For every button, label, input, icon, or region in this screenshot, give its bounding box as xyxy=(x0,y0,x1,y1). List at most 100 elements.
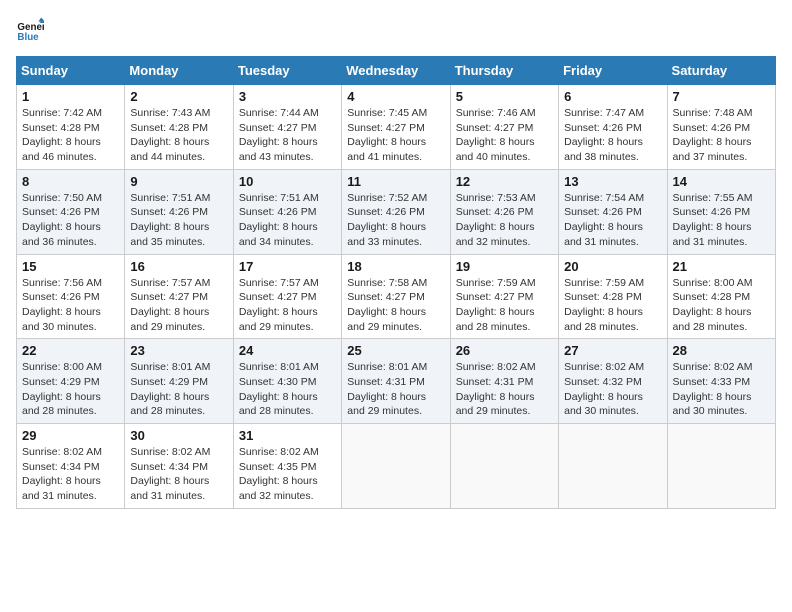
calendar-cell: 29 Sunrise: 8:02 AM Sunset: 4:34 PM Dayl… xyxy=(17,424,125,509)
calendar-cell: 13 Sunrise: 7:54 AM Sunset: 4:26 PM Dayl… xyxy=(559,169,667,254)
day-info: Sunrise: 7:44 AM Sunset: 4:27 PM Dayligh… xyxy=(239,106,336,165)
day-number: 23 xyxy=(130,343,227,358)
day-number: 3 xyxy=(239,89,336,104)
calendar-cell: 19 Sunrise: 7:59 AM Sunset: 4:27 PM Dayl… xyxy=(450,254,558,339)
calendar-cell: 7 Sunrise: 7:48 AM Sunset: 4:26 PM Dayli… xyxy=(667,85,775,170)
calendar-cell: 15 Sunrise: 7:56 AM Sunset: 4:26 PM Dayl… xyxy=(17,254,125,339)
calendar-cell: 21 Sunrise: 8:00 AM Sunset: 4:28 PM Dayl… xyxy=(667,254,775,339)
logo: General Blue xyxy=(16,16,48,44)
weekday-header-thursday: Thursday xyxy=(450,57,558,85)
calendar-cell: 30 Sunrise: 8:02 AM Sunset: 4:34 PM Dayl… xyxy=(125,424,233,509)
day-info: Sunrise: 8:02 AM Sunset: 4:31 PM Dayligh… xyxy=(456,360,553,419)
weekday-header-tuesday: Tuesday xyxy=(233,57,341,85)
weekday-header-saturday: Saturday xyxy=(667,57,775,85)
day-number: 22 xyxy=(22,343,119,358)
day-info: Sunrise: 7:55 AM Sunset: 4:26 PM Dayligh… xyxy=(673,191,770,250)
calendar: SundayMondayTuesdayWednesdayThursdayFrid… xyxy=(16,56,776,509)
day-number: 30 xyxy=(130,428,227,443)
day-info: Sunrise: 7:59 AM Sunset: 4:28 PM Dayligh… xyxy=(564,276,661,335)
calendar-cell: 6 Sunrise: 7:47 AM Sunset: 4:26 PM Dayli… xyxy=(559,85,667,170)
day-number: 27 xyxy=(564,343,661,358)
calendar-cell: 4 Sunrise: 7:45 AM Sunset: 4:27 PM Dayli… xyxy=(342,85,450,170)
day-info: Sunrise: 7:57 AM Sunset: 4:27 PM Dayligh… xyxy=(130,276,227,335)
day-number: 12 xyxy=(456,174,553,189)
calendar-cell: 5 Sunrise: 7:46 AM Sunset: 4:27 PM Dayli… xyxy=(450,85,558,170)
day-number: 7 xyxy=(673,89,770,104)
calendar-cell: 9 Sunrise: 7:51 AM Sunset: 4:26 PM Dayli… xyxy=(125,169,233,254)
day-number: 8 xyxy=(22,174,119,189)
weekday-header-wednesday: Wednesday xyxy=(342,57,450,85)
day-info: Sunrise: 7:45 AM Sunset: 4:27 PM Dayligh… xyxy=(347,106,444,165)
day-number: 17 xyxy=(239,259,336,274)
day-info: Sunrise: 7:50 AM Sunset: 4:26 PM Dayligh… xyxy=(22,191,119,250)
day-info: Sunrise: 7:59 AM Sunset: 4:27 PM Dayligh… xyxy=(456,276,553,335)
day-number: 29 xyxy=(22,428,119,443)
calendar-cell: 3 Sunrise: 7:44 AM Sunset: 4:27 PM Dayli… xyxy=(233,85,341,170)
calendar-cell: 28 Sunrise: 8:02 AM Sunset: 4:33 PM Dayl… xyxy=(667,339,775,424)
day-number: 25 xyxy=(347,343,444,358)
header: General Blue xyxy=(16,16,776,44)
weekday-header-monday: Monday xyxy=(125,57,233,85)
day-number: 26 xyxy=(456,343,553,358)
day-info: Sunrise: 7:56 AM Sunset: 4:26 PM Dayligh… xyxy=(22,276,119,335)
day-number: 14 xyxy=(673,174,770,189)
day-info: Sunrise: 7:54 AM Sunset: 4:26 PM Dayligh… xyxy=(564,191,661,250)
day-number: 2 xyxy=(130,89,227,104)
day-number: 5 xyxy=(456,89,553,104)
calendar-cell: 20 Sunrise: 7:59 AM Sunset: 4:28 PM Dayl… xyxy=(559,254,667,339)
calendar-week-1: 1 Sunrise: 7:42 AM Sunset: 4:28 PM Dayli… xyxy=(17,85,776,170)
calendar-cell: 14 Sunrise: 7:55 AM Sunset: 4:26 PM Dayl… xyxy=(667,169,775,254)
day-info: Sunrise: 7:47 AM Sunset: 4:26 PM Dayligh… xyxy=(564,106,661,165)
calendar-week-2: 8 Sunrise: 7:50 AM Sunset: 4:26 PM Dayli… xyxy=(17,169,776,254)
calendar-cell: 27 Sunrise: 8:02 AM Sunset: 4:32 PM Dayl… xyxy=(559,339,667,424)
day-number: 18 xyxy=(347,259,444,274)
weekday-header-friday: Friday xyxy=(559,57,667,85)
calendar-cell: 22 Sunrise: 8:00 AM Sunset: 4:29 PM Dayl… xyxy=(17,339,125,424)
calendar-cell: 26 Sunrise: 8:02 AM Sunset: 4:31 PM Dayl… xyxy=(450,339,558,424)
weekday-header-sunday: Sunday xyxy=(17,57,125,85)
day-info: Sunrise: 8:01 AM Sunset: 4:30 PM Dayligh… xyxy=(239,360,336,419)
calendar-week-5: 29 Sunrise: 8:02 AM Sunset: 4:34 PM Dayl… xyxy=(17,424,776,509)
day-number: 16 xyxy=(130,259,227,274)
day-info: Sunrise: 7:51 AM Sunset: 4:26 PM Dayligh… xyxy=(239,191,336,250)
day-info: Sunrise: 8:02 AM Sunset: 4:34 PM Dayligh… xyxy=(130,445,227,504)
calendar-cell: 24 Sunrise: 8:01 AM Sunset: 4:30 PM Dayl… xyxy=(233,339,341,424)
day-number: 9 xyxy=(130,174,227,189)
day-info: Sunrise: 7:46 AM Sunset: 4:27 PM Dayligh… xyxy=(456,106,553,165)
calendar-cell: 8 Sunrise: 7:50 AM Sunset: 4:26 PM Dayli… xyxy=(17,169,125,254)
day-number: 20 xyxy=(564,259,661,274)
day-info: Sunrise: 8:00 AM Sunset: 4:29 PM Dayligh… xyxy=(22,360,119,419)
calendar-cell: 10 Sunrise: 7:51 AM Sunset: 4:26 PM Dayl… xyxy=(233,169,341,254)
day-info: Sunrise: 7:48 AM Sunset: 4:26 PM Dayligh… xyxy=(673,106,770,165)
day-info: Sunrise: 8:01 AM Sunset: 4:29 PM Dayligh… xyxy=(130,360,227,419)
calendar-cell xyxy=(559,424,667,509)
calendar-cell: 16 Sunrise: 7:57 AM Sunset: 4:27 PM Dayl… xyxy=(125,254,233,339)
day-number: 1 xyxy=(22,89,119,104)
calendar-cell: 25 Sunrise: 8:01 AM Sunset: 4:31 PM Dayl… xyxy=(342,339,450,424)
day-info: Sunrise: 7:52 AM Sunset: 4:26 PM Dayligh… xyxy=(347,191,444,250)
calendar-cell xyxy=(450,424,558,509)
day-number: 24 xyxy=(239,343,336,358)
day-number: 6 xyxy=(564,89,661,104)
day-info: Sunrise: 7:58 AM Sunset: 4:27 PM Dayligh… xyxy=(347,276,444,335)
day-info: Sunrise: 7:51 AM Sunset: 4:26 PM Dayligh… xyxy=(130,191,227,250)
day-number: 13 xyxy=(564,174,661,189)
calendar-cell: 12 Sunrise: 7:53 AM Sunset: 4:26 PM Dayl… xyxy=(450,169,558,254)
day-info: Sunrise: 7:42 AM Sunset: 4:28 PM Dayligh… xyxy=(22,106,119,165)
day-info: Sunrise: 8:00 AM Sunset: 4:28 PM Dayligh… xyxy=(673,276,770,335)
calendar-week-3: 15 Sunrise: 7:56 AM Sunset: 4:26 PM Dayl… xyxy=(17,254,776,339)
calendar-week-4: 22 Sunrise: 8:00 AM Sunset: 4:29 PM Dayl… xyxy=(17,339,776,424)
calendar-cell xyxy=(667,424,775,509)
day-number: 21 xyxy=(673,259,770,274)
calendar-cell: 11 Sunrise: 7:52 AM Sunset: 4:26 PM Dayl… xyxy=(342,169,450,254)
calendar-cell: 1 Sunrise: 7:42 AM Sunset: 4:28 PM Dayli… xyxy=(17,85,125,170)
logo-icon: General Blue xyxy=(16,16,44,44)
day-number: 11 xyxy=(347,174,444,189)
day-number: 4 xyxy=(347,89,444,104)
day-info: Sunrise: 8:02 AM Sunset: 4:35 PM Dayligh… xyxy=(239,445,336,504)
day-info: Sunrise: 7:43 AM Sunset: 4:28 PM Dayligh… xyxy=(130,106,227,165)
day-number: 28 xyxy=(673,343,770,358)
calendar-cell: 2 Sunrise: 7:43 AM Sunset: 4:28 PM Dayli… xyxy=(125,85,233,170)
calendar-cell: 17 Sunrise: 7:57 AM Sunset: 4:27 PM Dayl… xyxy=(233,254,341,339)
day-number: 10 xyxy=(239,174,336,189)
